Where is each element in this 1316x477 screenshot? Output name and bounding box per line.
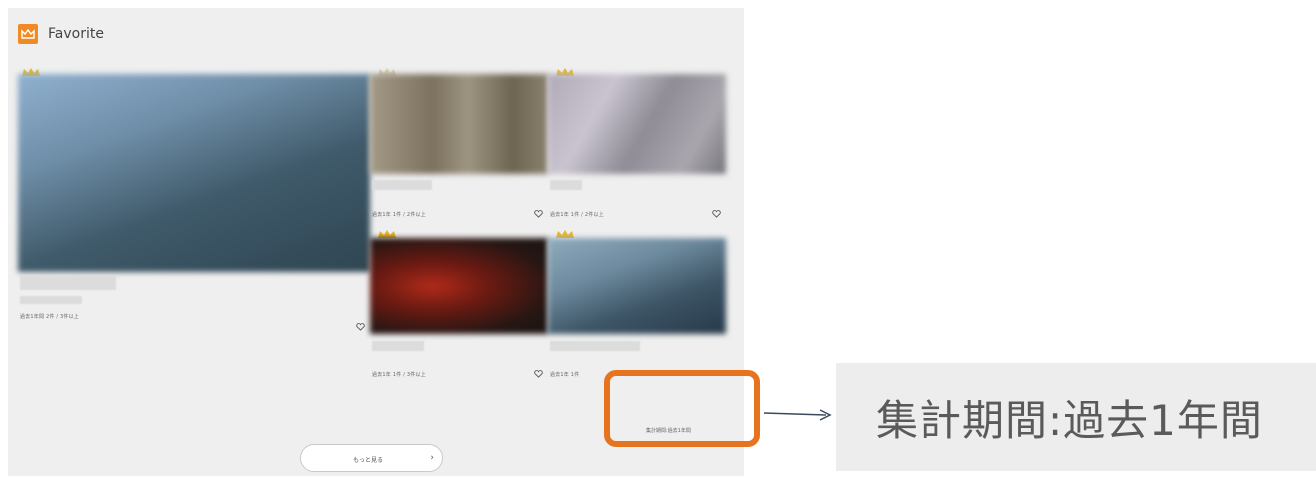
card-meta: 過去1年 1件 (550, 372, 580, 378)
card-meta: 過去1年 1件 / 2件以上 (550, 212, 604, 218)
crown-icon (556, 230, 574, 238)
chevron-right-icon: › (430, 453, 434, 463)
card-meta: 過去1年 1件 / 3件以上 (372, 372, 426, 378)
crown-logo-icon (18, 24, 38, 44)
show-more-button[interactable]: もっと見る › (300, 444, 443, 472)
heart-icon[interactable] (534, 210, 543, 218)
card-title-placeholder (372, 341, 424, 351)
page-title: Favorite (48, 26, 104, 42)
favorite-image-2[interactable] (370, 74, 548, 174)
card-title-placeholder (372, 180, 432, 190)
card-subtitle-placeholder (20, 296, 82, 304)
card-title-placeholder (20, 276, 116, 290)
highlight-frame (604, 370, 760, 447)
heart-icon[interactable] (534, 370, 543, 378)
favorite-image-4[interactable] (370, 238, 548, 334)
card-title-placeholder (550, 341, 640, 351)
favorite-image-1[interactable] (18, 74, 370, 272)
card-title-placeholder (550, 180, 582, 190)
heart-icon[interactable] (356, 323, 365, 331)
card-meta: 過去1年間 2件 / 3件以上 (20, 314, 79, 320)
zoomed-period-text: 集計期間:過去1年間 (876, 395, 1263, 445)
card-meta: 過去1年 1件 / 2件以上 (372, 212, 426, 218)
favorite-image-3[interactable] (548, 74, 726, 174)
zoomed-period-callout: 集計期間:過去1年間 (836, 363, 1316, 471)
arrow-right-icon (764, 409, 832, 421)
show-more-label: もっと見る (353, 457, 384, 464)
favorite-image-5[interactable] (548, 238, 726, 334)
crown-icon (378, 230, 396, 238)
heart-icon[interactable] (712, 210, 721, 218)
header: Favorite (18, 24, 104, 44)
